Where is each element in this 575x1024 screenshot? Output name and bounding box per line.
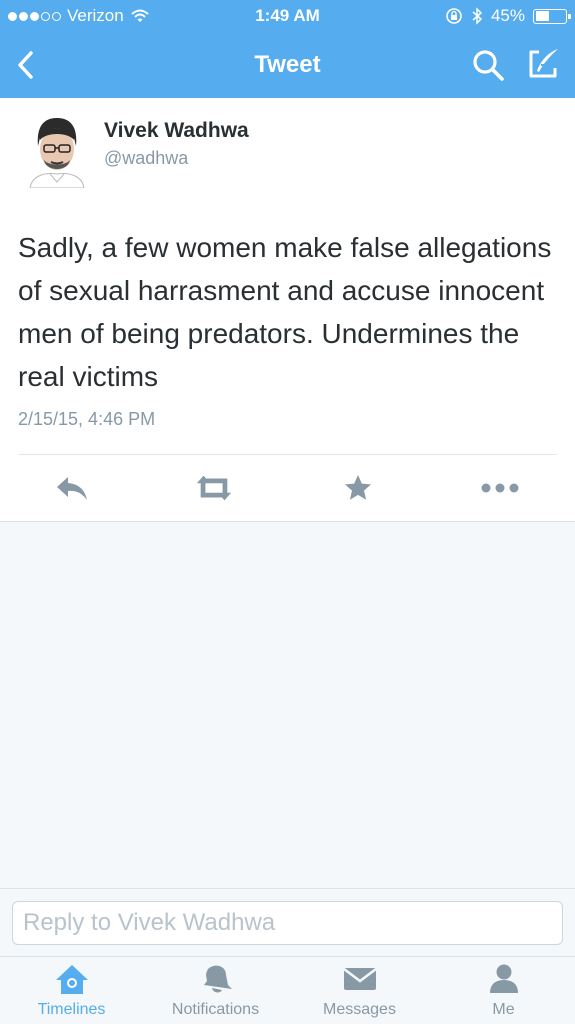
tab-me[interactable]: Me (432, 957, 575, 1024)
tab-label: Timelines (37, 1001, 106, 1018)
home-icon (55, 965, 88, 994)
reply-button[interactable] (52, 468, 92, 508)
tweet-card: Vivek Wadhwa @wadhwa Sadly, a few women … (0, 98, 575, 522)
tweet-actions (0, 468, 575, 508)
battery-fill (535, 11, 549, 21)
bluetooth-icon (472, 7, 483, 25)
compose-icon (529, 49, 558, 78)
retweet-button[interactable] (194, 468, 234, 508)
top-bar: Verizon 1:49 AM 45% Tweet (0, 0, 575, 98)
avatar[interactable] (24, 116, 90, 188)
author-handle[interactable]: @wadhwa (104, 148, 188, 169)
tab-timelines[interactable]: Timelines (0, 957, 143, 1024)
tab-notifications[interactable]: Notifications (144, 957, 287, 1024)
search-button[interactable] (471, 48, 505, 82)
person-icon (489, 964, 518, 993)
bell-icon (203, 965, 232, 993)
battery-icon (533, 8, 571, 24)
divider (18, 454, 557, 455)
more-icon (481, 483, 519, 493)
tab-label: Me (492, 1001, 515, 1018)
author-name[interactable]: Vivek Wadhwa (104, 119, 249, 143)
battery-percent: 45% (490, 6, 525, 25)
envelope-icon (342, 968, 377, 990)
compose-button[interactable] (525, 46, 561, 82)
retweet-icon (196, 475, 232, 501)
tab-messages[interactable]: Messages (288, 957, 431, 1024)
tweet-text: Sadly, a few women make false allegation… (18, 232, 552, 392)
tab-label: Notifications (171, 1001, 260, 1018)
reply-icon (57, 477, 87, 500)
favorite-icon (345, 475, 371, 500)
tab-label: Messages (323, 1001, 396, 1018)
reply-input[interactable] (12, 901, 563, 945)
reply-bar (0, 888, 575, 956)
search-icon (473, 50, 504, 81)
favorite-button[interactable] (338, 468, 378, 508)
more-button[interactable] (480, 468, 520, 508)
rotation-lock-icon (446, 8, 462, 24)
status-bar: Verizon 1:49 AM 45% (0, 0, 575, 32)
status-right: 45% (445, 6, 571, 26)
nav-bar: Tweet (0, 32, 575, 98)
tweet-timestamp: 2/15/15, 4:46 PM (18, 409, 156, 429)
tab-bar: Timelines Notifications Messages Me (0, 956, 575, 1024)
